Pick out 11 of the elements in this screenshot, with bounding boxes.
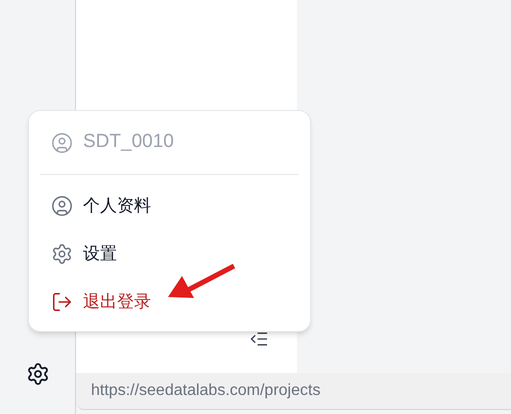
annotation-arrow bbox=[168, 264, 236, 298]
user-icon bbox=[51, 195, 73, 217]
settings-icon[interactable] bbox=[26, 362, 50, 386]
menu-item[interactable]: 退出登录 bbox=[29, 278, 310, 326]
user-icon bbox=[51, 132, 73, 154]
username: SDT_0010 bbox=[83, 130, 174, 154]
logout-icon bbox=[51, 291, 73, 313]
menu-item[interactable]: 设置 bbox=[29, 230, 310, 278]
status-url: https://seedatalabs.com/projects bbox=[91, 381, 320, 401]
gear-icon bbox=[51, 243, 73, 265]
menu-item[interactable]: 个人资料 bbox=[29, 182, 310, 230]
